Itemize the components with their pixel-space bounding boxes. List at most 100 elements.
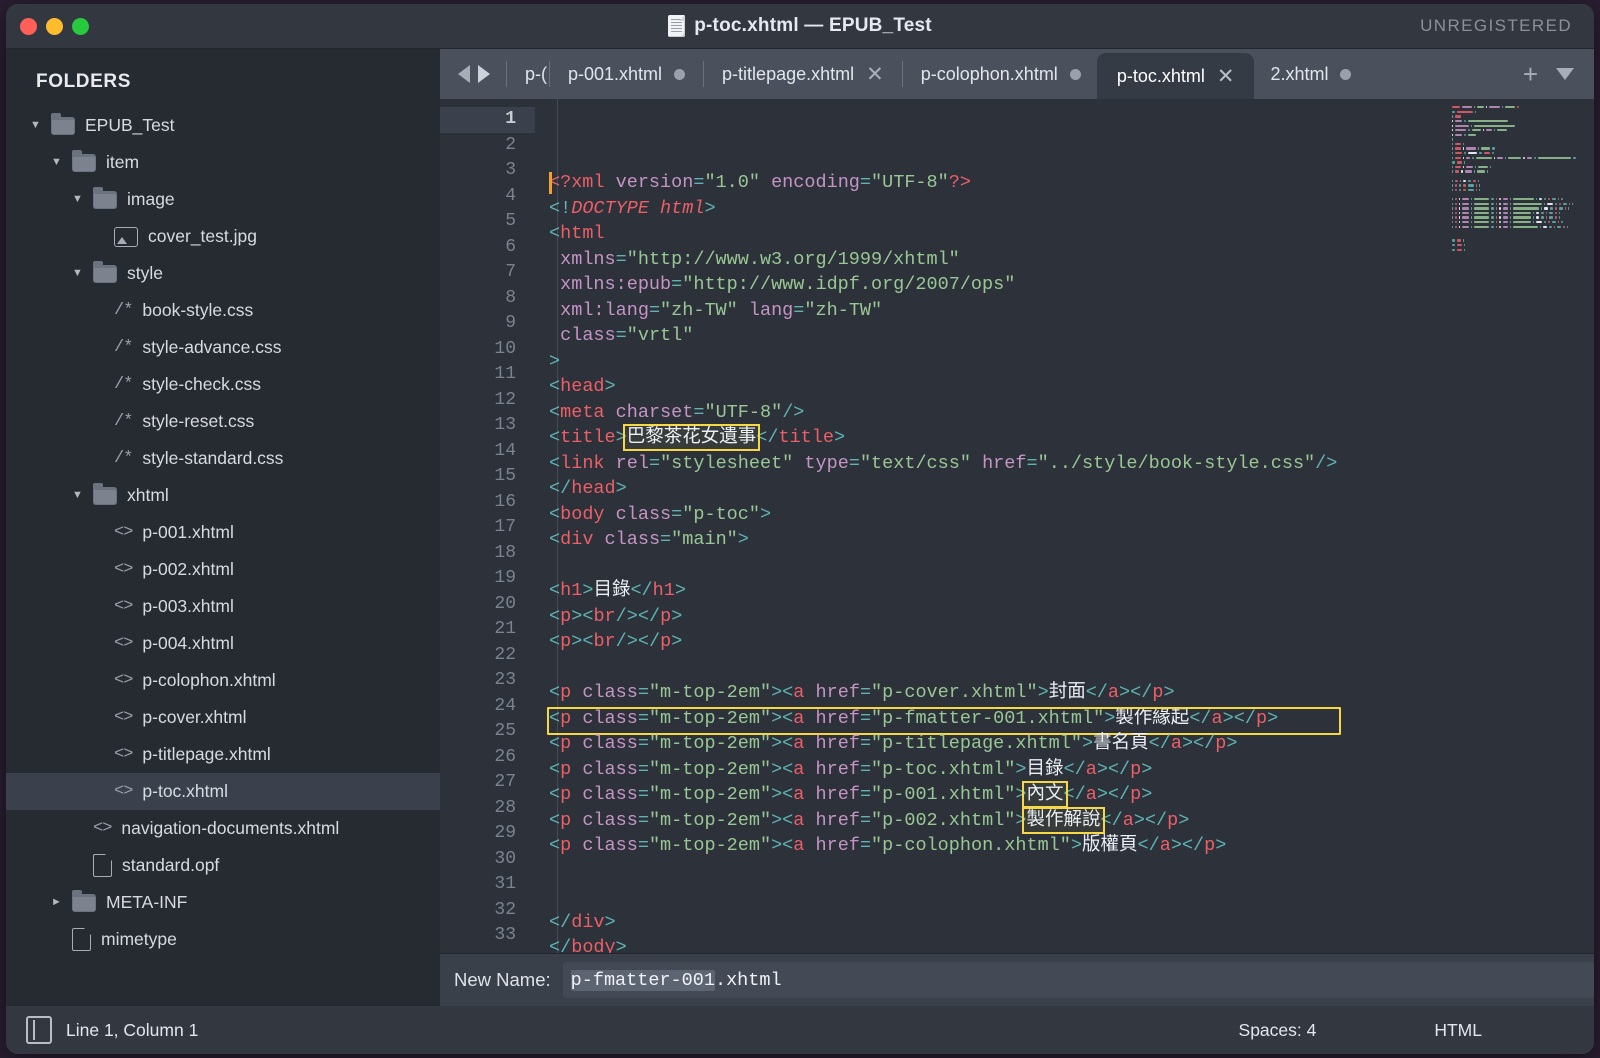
tree-item[interactable]: ▼ <> p-toc.xhtml bbox=[6, 773, 440, 810]
minimap-token bbox=[1470, 220, 1473, 224]
nav-forward-icon[interactable] bbox=[478, 65, 490, 83]
code-line[interactable]: xmlns="http://www.w3.org/1999/xhtml" bbox=[535, 247, 1594, 273]
file-sidebar[interactable]: FOLDERS ▼ EPUB_Test ▼ item ▼ image ▼ cover_test… bbox=[6, 49, 440, 1006]
tree-item[interactable]: ▼ <> p-003.xhtml bbox=[6, 588, 440, 625]
document-icon bbox=[668, 15, 686, 37]
code-line[interactable]: <p class="m-top-2em"><a href="p-fmatter-… bbox=[535, 706, 1594, 735]
tree-item[interactable]: ▼ EPUB_Test bbox=[6, 107, 440, 144]
code-line[interactable]: <!DOCTYPE html> bbox=[535, 196, 1594, 222]
minimap-token bbox=[1499, 211, 1501, 215]
code-line[interactable]: <p><br/></p> bbox=[535, 604, 1594, 630]
sidebar-toggle-icon[interactable] bbox=[26, 1016, 52, 1044]
code-line[interactable]: </div> bbox=[535, 910, 1594, 936]
tree-item[interactable]: ▼ xhtml bbox=[6, 477, 440, 514]
code-line[interactable]: <div class="main"> bbox=[535, 527, 1594, 553]
tab-p-colophon-xhtml[interactable]: p-colophon.xhtml bbox=[905, 49, 1097, 99]
nav-back-icon[interactable] bbox=[458, 65, 470, 83]
new-tab-button[interactable]: + bbox=[1523, 61, 1538, 87]
close-window-button[interactable] bbox=[20, 17, 37, 35]
tree-item[interactable]: ▼ <> p-002.xhtml bbox=[6, 551, 440, 588]
code-line[interactable]: <p class="m-top-2em"><a href="p-cover.xh… bbox=[535, 680, 1594, 706]
tab-nav-buttons[interactable] bbox=[440, 49, 504, 99]
chevron-down-icon[interactable]: ▼ bbox=[28, 120, 43, 131]
chevron-down-icon[interactable]: ▼ bbox=[70, 490, 85, 501]
indentation-label[interactable]: Spaces: 4 bbox=[1239, 1020, 1317, 1041]
maximize-window-button[interactable] bbox=[72, 17, 89, 35]
code-line[interactable]: <head> bbox=[535, 374, 1594, 400]
chevron-down-icon[interactable] bbox=[1556, 68, 1574, 80]
code-token: "zh-TW" bbox=[660, 299, 738, 321]
code-line[interactable]: <p class="m-top-2em"><a href="p-002.xhtm… bbox=[535, 806, 1594, 834]
tab-tools[interactable]: + bbox=[1503, 49, 1594, 99]
cursor-position-label[interactable]: Line 1, Column 1 bbox=[66, 1020, 198, 1041]
code-line[interactable]: <p><br/></p> bbox=[535, 629, 1594, 655]
code-content[interactable]: <?xml version="1.0" encoding="UTF-8"?> <!… bbox=[535, 99, 1594, 953]
code-line[interactable]: <?xml version="1.0" encoding="UTF-8"?> bbox=[535, 170, 1594, 196]
code-token: < bbox=[549, 529, 561, 550]
tab-p-titlepage-xhtml[interactable]: p-titlepage.xhtml ✕ bbox=[706, 49, 900, 99]
code-line[interactable]: <h1>目錄</h1> bbox=[535, 578, 1594, 604]
code-line[interactable]: <meta charset="UTF-8"/> bbox=[535, 400, 1594, 426]
tree-item[interactable]: ▼ /* style-standard.css bbox=[6, 440, 440, 477]
code-line[interactable]: <p class="m-top-2em"><a href="p-titlepag… bbox=[535, 731, 1594, 757]
tree-item[interactable]: ▼ cover_test.jpg bbox=[6, 218, 440, 255]
tree-item[interactable]: ▼ <> p-004.xhtml bbox=[6, 625, 440, 662]
minimap-token bbox=[1452, 156, 1454, 159]
tree-item[interactable]: ▼ <> navigation-documents.xhtml bbox=[6, 810, 440, 847]
code-line[interactable]: xml:lang="zh-TW" lang="zh-TW" bbox=[535, 298, 1594, 324]
tree-item[interactable]: ▼ image bbox=[6, 181, 440, 218]
tree-item[interactable]: ▼ <> p-cover.xhtml bbox=[6, 699, 440, 736]
tree-item[interactable]: ► META-INF bbox=[6, 884, 440, 921]
unsaved-indicator-icon[interactable] bbox=[1069, 68, 1081, 80]
tree-item[interactable]: ▼ <> p-colophon.xhtml bbox=[6, 662, 440, 699]
tab-bar[interactable]: p-(p-001.xhtml p-titlepage.xhtml ✕ p-coloph… bbox=[440, 49, 1594, 99]
code-line[interactable]: </body> bbox=[535, 935, 1594, 953]
chevron-down-icon[interactable]: ▼ bbox=[70, 194, 85, 205]
code-line[interactable]: <p class="m-top-2em"><a href="p-toc.xhtm… bbox=[535, 757, 1594, 783]
code-line[interactable] bbox=[535, 859, 1594, 885]
chevron-down-icon[interactable]: ▼ bbox=[49, 157, 64, 168]
tree-item[interactable]: ▼ standard.opf bbox=[6, 847, 440, 884]
tree-item[interactable]: ▼ /* book-style.css bbox=[6, 292, 440, 329]
unsaved-indicator-icon[interactable] bbox=[674, 68, 686, 80]
tab-p-001-xhtml[interactable]: p-001.xhtml bbox=[552, 49, 701, 99]
tab-2-xhtml[interactable]: 2.xhtml bbox=[1254, 49, 1367, 99]
chevron-down-icon[interactable]: ▼ bbox=[70, 268, 85, 279]
code-area[interactable]: 1 2 3 4 5 6 7 8 9 10 11 12 13 14 15 16 17 18 19 20 21 22 23 24 2… bbox=[440, 99, 1594, 953]
code-line[interactable]: </head> bbox=[535, 476, 1594, 502]
code-line[interactable]: <p class="m-top-2em"><a href="p-colophon… bbox=[535, 833, 1594, 859]
tree-item[interactable]: ▼ style bbox=[6, 255, 440, 292]
code-line[interactable]: <p class="m-top-2em"><a href="p-001.xhtm… bbox=[535, 781, 1594, 808]
tree-item[interactable]: ▼ <> p-titlepage.xhtml bbox=[6, 736, 440, 773]
minimize-window-button[interactable] bbox=[46, 17, 63, 35]
tab-p-[interactable]: p-( bbox=[509, 49, 547, 99]
tree-item[interactable]: ▼ mimetype bbox=[6, 921, 440, 958]
tree-item[interactable]: ▼ item bbox=[6, 144, 440, 181]
code-line[interactable]: <link rel="stylesheet" type="text/css" h… bbox=[535, 451, 1594, 477]
code-line[interactable] bbox=[535, 655, 1594, 681]
code-line[interactable]: <title>巴黎茶花女遺事</title> bbox=[535, 424, 1594, 451]
new-name-input[interactable]: p-fmatter-001 .xhtml bbox=[562, 962, 1594, 998]
code-line[interactable]: <html bbox=[535, 221, 1594, 247]
code-line[interactable]: class="vrtl" bbox=[535, 323, 1594, 349]
tab-p-toc-xhtml[interactable]: p-toc.xhtml ✕ bbox=[1096, 53, 1255, 99]
code-line[interactable]: xmlns:epub="http://www.idpf.org/2007/ops… bbox=[535, 272, 1594, 298]
close-icon[interactable]: ✕ bbox=[866, 64, 884, 85]
unsaved-indicator-icon[interactable] bbox=[1340, 68, 1352, 80]
code-line[interactable]: <body class="p-toc"> bbox=[535, 502, 1594, 528]
code-line[interactable] bbox=[535, 553, 1594, 579]
code-line[interactable]: > bbox=[535, 349, 1594, 375]
tree-item[interactable]: ▼ /* style-reset.css bbox=[6, 403, 440, 440]
file-tree[interactable]: ▼ EPUB_Test ▼ item ▼ image ▼ cover_test.jpg ▼ sty… bbox=[6, 107, 440, 964]
tree-item[interactable]: ▼ /* style-advance.css bbox=[6, 329, 440, 366]
new-name-bar[interactable]: New Name: p-fmatter-001 .xhtml bbox=[440, 953, 1594, 1006]
tree-item[interactable]: ▼ /* style-check.css bbox=[6, 366, 440, 403]
close-icon[interactable]: ✕ bbox=[1217, 66, 1235, 87]
tree-item[interactable]: ▼ <> p-001.xhtml bbox=[6, 514, 440, 551]
code-line[interactable] bbox=[535, 884, 1594, 910]
language-label[interactable]: HTML bbox=[1434, 1020, 1482, 1041]
code-token: /> bbox=[782, 401, 805, 423]
chevron-right-icon[interactable]: ► bbox=[49, 897, 64, 908]
code-minimap[interactable] bbox=[1444, 99, 1594, 953]
tab-list[interactable]: p-(p-001.xhtml p-titlepage.xhtml ✕ p-coloph… bbox=[509, 49, 1367, 99]
